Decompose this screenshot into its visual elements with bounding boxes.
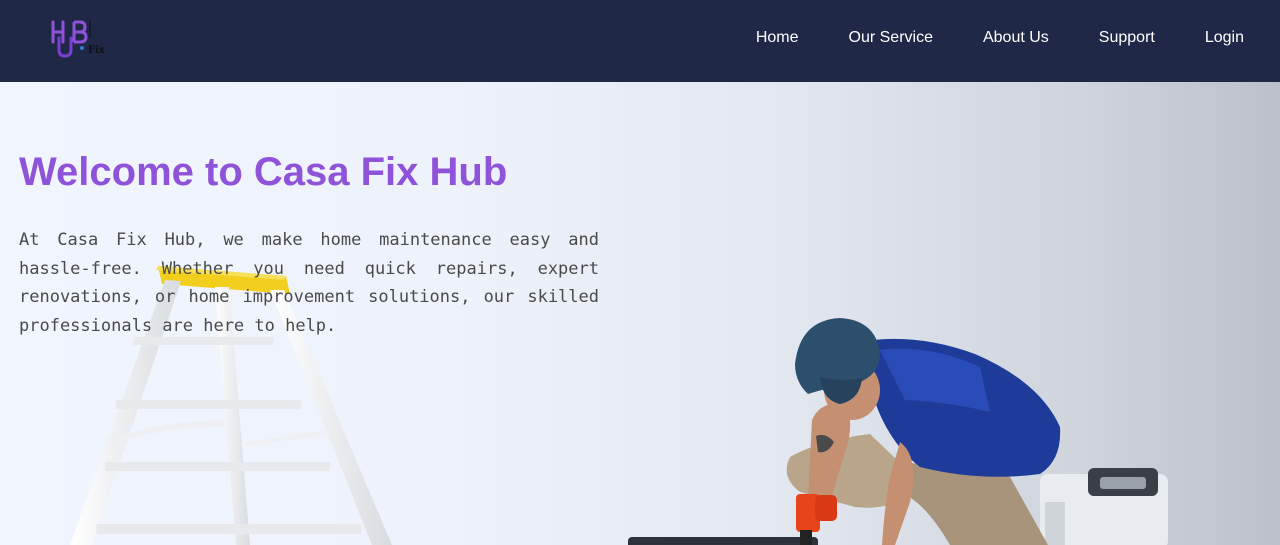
logo-mark-icon: Fix (51, 20, 106, 58)
nav-login[interactable]: Login (1205, 29, 1244, 47)
hero-title: Welcome to Casa Fix Hub (19, 150, 508, 194)
nav-about-us[interactable]: About Us (983, 29, 1049, 47)
hero-description: At Casa Fix Hub, we make home maintenanc… (19, 230, 599, 336)
brand-logo[interactable]: Fix (48, 16, 112, 64)
nav-home[interactable]: Home (756, 29, 799, 47)
nav-support[interactable]: Support (1099, 29, 1155, 47)
top-navbar: Fix Home Our Service About Us Support Lo… (0, 0, 1280, 82)
hero-section: Welcome to Casa Fix Hub At Casa Fix Hub,… (0, 82, 1280, 545)
logo-small-text: Fix (88, 45, 106, 56)
nav-our-service[interactable]: Our Service (849, 29, 933, 47)
main-nav: Home Our Service About Us Support Login (706, 0, 1244, 76)
worker-illustration (628, 318, 1168, 545)
page: Fix Home Our Service About Us Support Lo… (0, 0, 1280, 545)
